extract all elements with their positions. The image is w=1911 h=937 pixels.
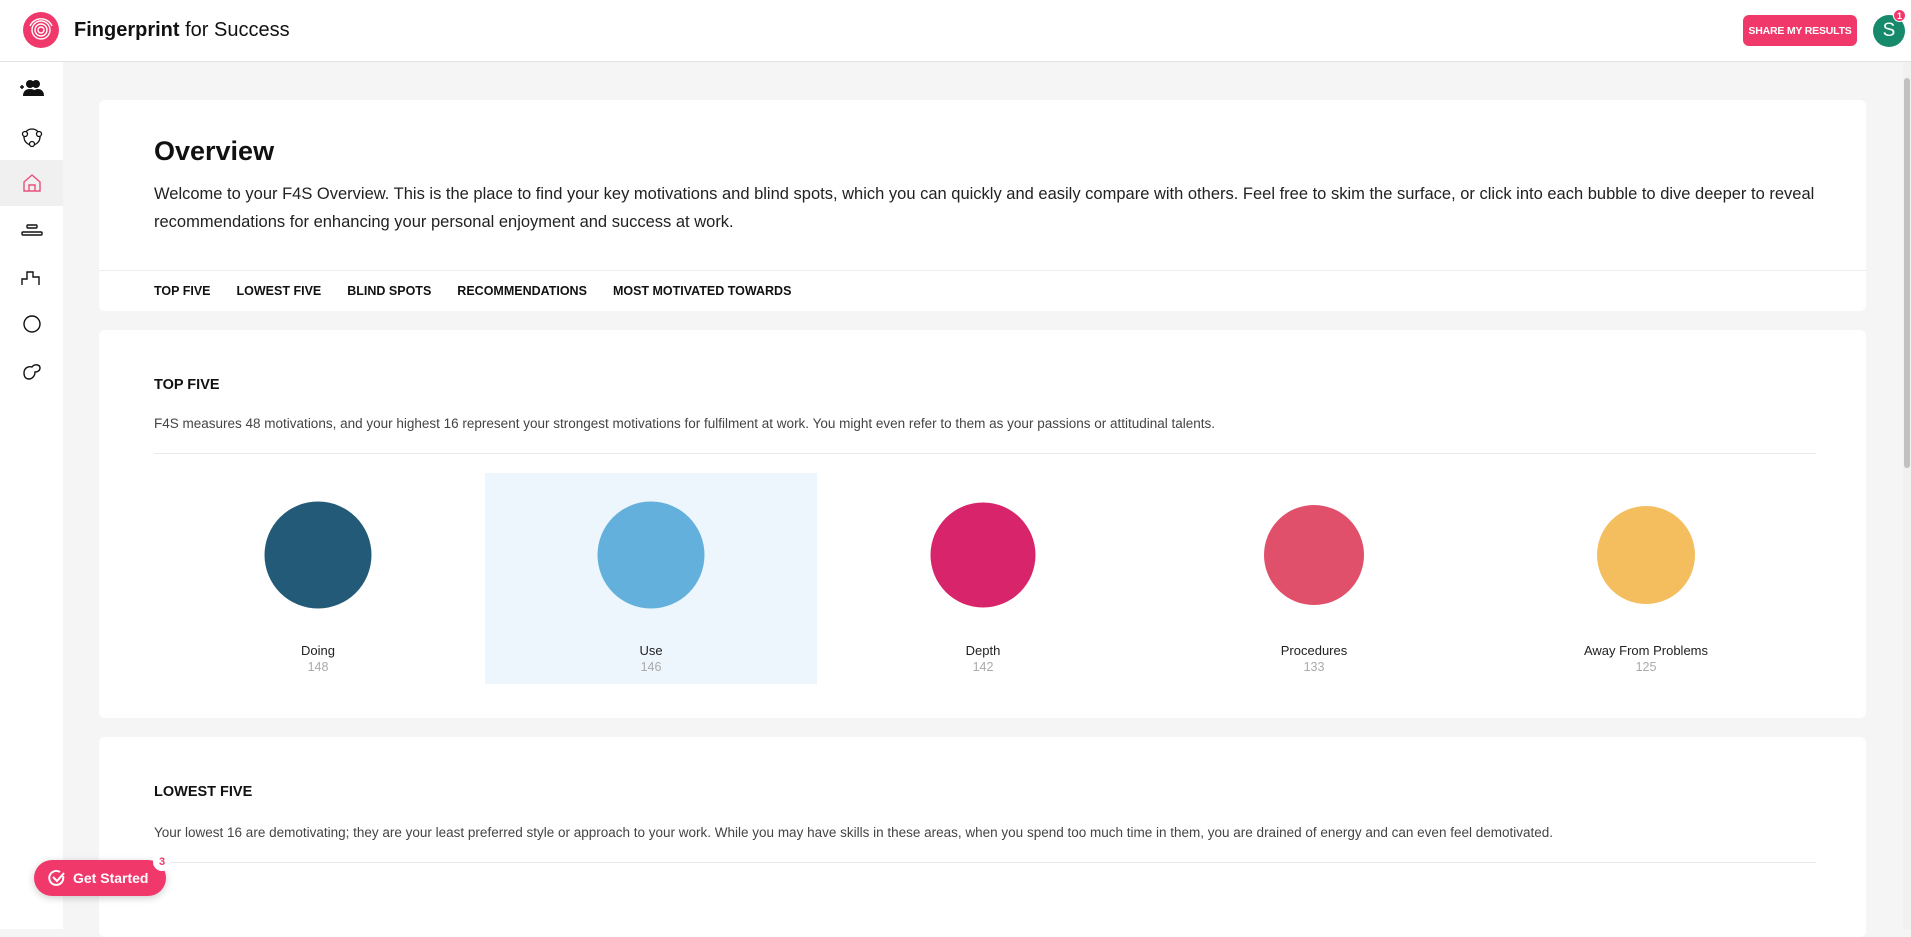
circle-icon [22,315,41,333]
blob-icon [22,364,41,380]
motivation-score: 125 [1635,660,1657,674]
network-icon [21,128,42,148]
tab-blind-spots[interactable]: BLIND SPOTS [347,284,431,298]
sidebar-item-steps[interactable] [0,254,63,300]
section-description: Your lowest 16 are demotivating; they ar… [154,825,1554,840]
get-started-button[interactable]: Get Started [34,860,166,896]
motivation-circle[interactable] [264,501,372,609]
motivation-circle[interactable] [1264,505,1364,605]
steps-icon [20,271,40,285]
motivation-circle[interactable] [930,502,1036,608]
section-tabs: TOP FIVE LOWEST FIVE BLIND SPOTS RECOMME… [99,270,1866,311]
motivation-bubble[interactable]: Procedures 133 [1148,473,1480,684]
top-header: Fingerprint for Success SHARE MY RESULTS… [0,0,1911,62]
check-circle-icon [48,869,65,886]
sidebar-item-stack[interactable] [0,207,63,253]
share-results-button[interactable]: SHARE MY RESULTS [1743,15,1857,46]
motivation-score: 148 [307,660,329,674]
motivation-score: 146 [640,660,662,674]
tab-top-five[interactable]: TOP FIVE [154,284,211,298]
get-started-label: Get Started [73,870,149,886]
section-heading: LOWEST FIVE [154,784,253,800]
divider [154,862,1816,863]
overview-intro: Welcome to your F4S Overview. This is th… [154,185,1815,231]
motivation-circle[interactable] [597,501,705,609]
motivation-bubble[interactable]: Use 146 [485,473,817,684]
sidebar-item-circle[interactable] [0,301,63,347]
scrollbar-thumb[interactable] [1904,78,1910,468]
tab-recommendations[interactable]: RECOMMENDATIONS [457,284,587,298]
sidebar-item-network[interactable] [0,114,63,160]
sidebar-item-team[interactable] [0,66,63,112]
motivation-score: 133 [1303,660,1325,674]
notification-badge: 1 [1893,9,1906,22]
fingerprint-logo-icon[interactable] [23,12,59,48]
brand-name: Fingerprint for Success [74,19,290,42]
add-team-icon [19,80,44,96]
motivation-bubble[interactable]: Doing 148 [152,473,484,684]
sidebar [0,62,63,929]
top-five-card: TOP FIVE F4S measures 48 motivations, an… [99,330,1866,718]
sidebar-item-home[interactable] [0,160,63,206]
overview-card: Overview Welcome to your F4S Overview. T… [99,100,1866,311]
motivation-circle[interactable] [1597,506,1695,604]
motivation-label: Procedures [1280,643,1348,658]
scrollbar[interactable] [1903,62,1911,929]
motivation-label: Away From Problems [1583,643,1708,658]
home-icon [22,174,41,192]
tab-most-motivated-towards[interactable]: MOST MOTIVATED TOWARDS [613,284,791,298]
motivation-label: Use [639,643,663,658]
page-title: Overview [154,136,275,166]
brand-rest: for Success [179,19,290,41]
lowest-five-card: LOWEST FIVE Your lowest 16 are demotivat… [99,737,1866,937]
motivation-label: Depth [965,643,1001,658]
stack-icon [20,224,43,236]
motivation-bubble[interactable]: Away From Problems 125 [1480,473,1812,684]
motivation-score: 142 [972,660,994,674]
motivation-label: Doing [301,643,335,658]
tab-lowest-five[interactable]: LOWEST FIVE [237,284,322,298]
sidebar-item-blob[interactable] [0,348,63,394]
motivation-bubble[interactable]: Depth 142 [817,473,1149,684]
section-heading: TOP FIVE [154,377,220,393]
brand-bold: Fingerprint [74,19,180,41]
get-started-count-badge: 3 [153,853,171,871]
divider [154,453,1816,454]
section-description: F4S measures 48 motivations, and your hi… [154,416,1216,431]
